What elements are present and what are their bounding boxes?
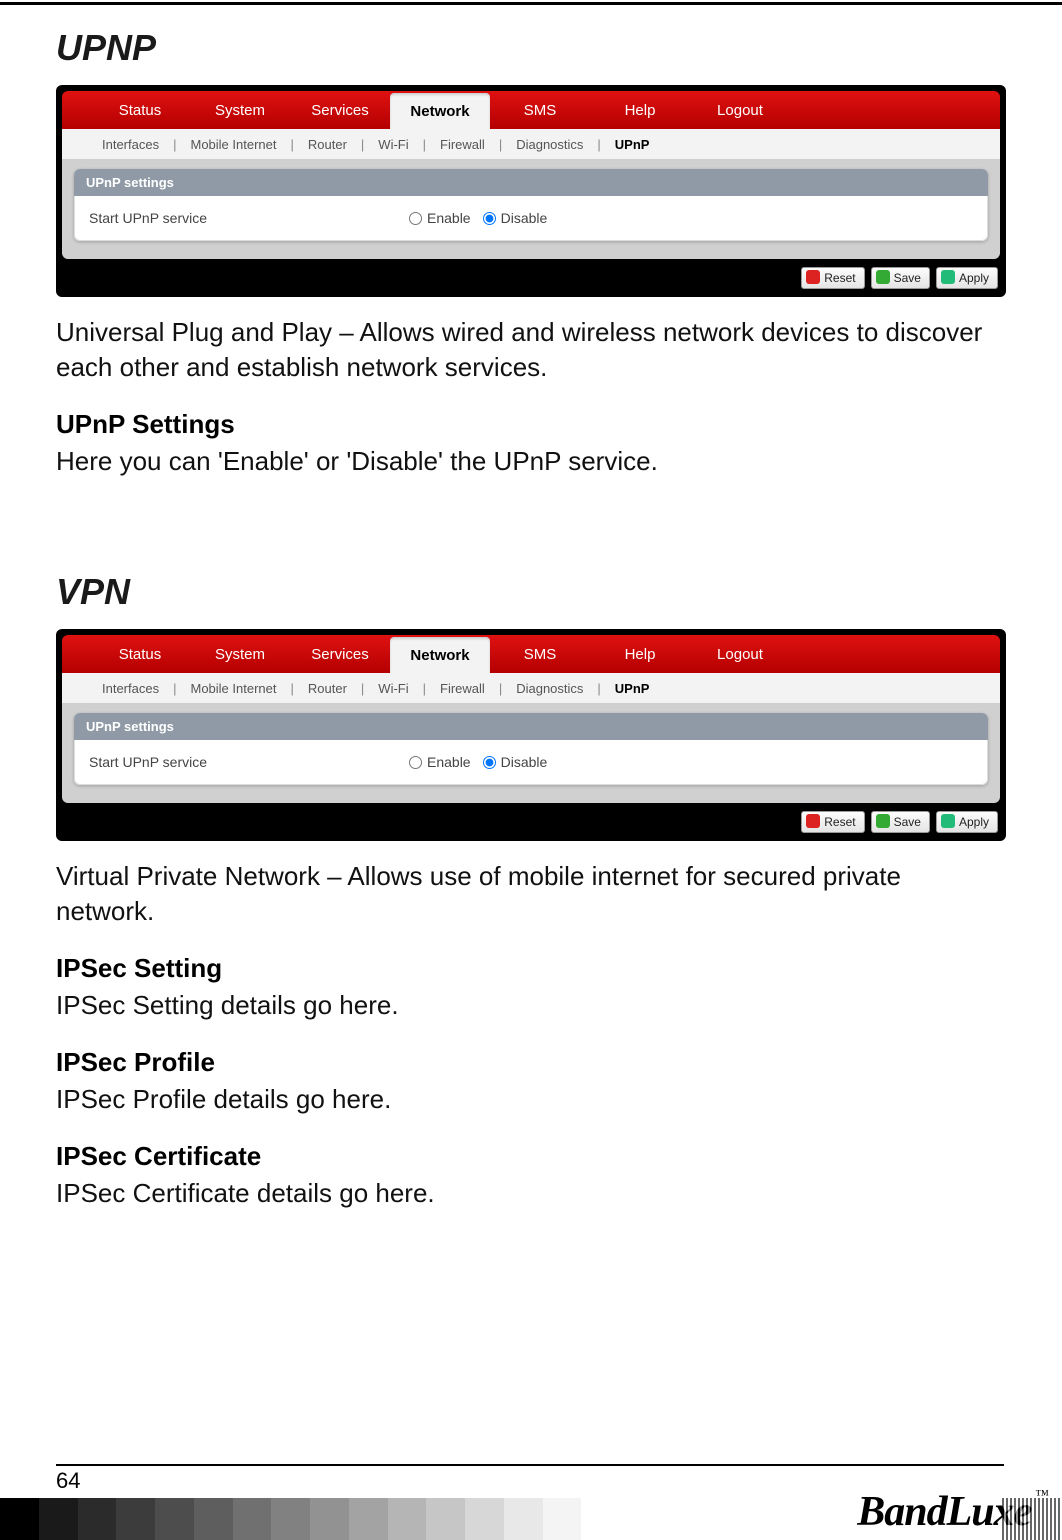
reset-button[interactable]: Reset	[801, 811, 864, 833]
router-screenshot-upnp: Status System Services Network SMS Help …	[56, 85, 1006, 297]
subnav-firewall[interactable]: Firewall	[428, 137, 497, 152]
radio-enable-label: Enable	[427, 210, 471, 226]
radio-enable-wrap[interactable]: Enable	[409, 754, 471, 770]
nav-help[interactable]: Help	[590, 635, 690, 673]
nav-separator: |	[497, 137, 504, 152]
page-footer: 64 BandLuxe™	[0, 1470, 1062, 1540]
vpn-description: Virtual Private Network – Allows use of …	[56, 859, 1006, 929]
nav-logout[interactable]: Logout	[690, 91, 790, 129]
radio-disable-wrap[interactable]: Disable	[483, 210, 548, 226]
ipsec-profile-text: IPSec Profile details go here.	[56, 1084, 1006, 1115]
subnav-upnp[interactable]: UPnP	[603, 681, 662, 696]
radio-disable-label: Disable	[501, 754, 548, 770]
action-bar: Reset Save Apply	[62, 267, 1000, 289]
main-nav: Status System Services Network SMS Help …	[62, 91, 1000, 129]
nav-status[interactable]: Status	[90, 91, 190, 129]
document-page: UPNP Status System Services Network SMS …	[0, 2, 1062, 1209]
subnav-firewall[interactable]: Firewall	[428, 681, 497, 696]
section-title-vpn: VPN	[56, 571, 1006, 613]
subnav-wifi[interactable]: Wi-Fi	[366, 137, 420, 152]
nav-separator: |	[359, 137, 366, 152]
card-header: UPnP settings	[74, 169, 988, 196]
nav-system[interactable]: System	[190, 635, 290, 673]
nav-separator: |	[421, 137, 428, 152]
radio-disable-wrap[interactable]: Disable	[483, 754, 548, 770]
nav-network[interactable]: Network	[390, 93, 490, 129]
nav-separator: |	[359, 681, 366, 696]
nav-sms[interactable]: SMS	[490, 635, 590, 673]
radio-disable[interactable]	[483, 212, 496, 225]
stripe-decoration	[1002, 1498, 1062, 1540]
nav-separator: |	[421, 681, 428, 696]
sub-nav: Interfaces| Mobile Internet| Router| Wi-…	[62, 129, 1000, 159]
save-button[interactable]: Save	[871, 267, 930, 289]
radio-disable-label: Disable	[501, 210, 548, 226]
nav-services[interactable]: Services	[290, 635, 390, 673]
gradient-bar	[0, 1498, 620, 1540]
main-nav: Status System Services Network SMS Help …	[62, 635, 1000, 673]
field-label: Start UPnP service	[89, 210, 409, 226]
radio-enable[interactable]	[409, 212, 422, 225]
ipsec-profile-heading: IPSec Profile	[56, 1047, 1006, 1078]
nav-network[interactable]: Network	[390, 637, 490, 673]
card-header: UPnP settings	[74, 713, 988, 740]
subnav-router[interactable]: Router	[296, 681, 359, 696]
ipsec-certificate-text: IPSec Certificate details go here.	[56, 1178, 1006, 1209]
nav-help[interactable]: Help	[590, 91, 690, 129]
subnav-interfaces[interactable]: Interfaces	[90, 681, 171, 696]
subnav-upnp[interactable]: UPnP	[603, 137, 662, 152]
action-bar: Reset Save Apply	[62, 811, 1000, 833]
ipsec-setting-heading: IPSec Setting	[56, 953, 1006, 984]
radio-enable-wrap[interactable]: Enable	[409, 210, 471, 226]
radio-enable[interactable]	[409, 756, 422, 769]
nav-separator: |	[288, 681, 295, 696]
nav-sms[interactable]: SMS	[490, 91, 590, 129]
nav-services[interactable]: Services	[290, 91, 390, 129]
nav-status[interactable]: Status	[90, 635, 190, 673]
save-button[interactable]: Save	[871, 811, 930, 833]
upnp-settings-card: UPnP settings Start UPnP service Enable …	[74, 169, 988, 241]
spacer	[56, 503, 1006, 549]
subnav-router[interactable]: Router	[296, 137, 359, 152]
nav-separator: |	[595, 681, 602, 696]
router-screenshot-vpn: Status System Services Network SMS Help …	[56, 629, 1006, 841]
ipsec-certificate-heading: IPSec Certificate	[56, 1141, 1006, 1172]
ipsec-setting-text: IPSec Setting details go here.	[56, 990, 1006, 1021]
nav-separator: |	[595, 137, 602, 152]
nav-logout[interactable]: Logout	[690, 635, 790, 673]
panel-body: UPnP settings Start UPnP service Enable …	[62, 703, 1000, 803]
nav-separator: |	[288, 137, 295, 152]
subnav-diagnostics[interactable]: Diagnostics	[504, 681, 595, 696]
upnp-settings-text: Here you can 'Enable' or 'Disable' the U…	[56, 446, 1006, 477]
radio-disable[interactable]	[483, 756, 496, 769]
subnav-diagnostics[interactable]: Diagnostics	[504, 137, 595, 152]
subnav-mobile-internet[interactable]: Mobile Internet	[178, 681, 288, 696]
card-body: Start UPnP service Enable Disable	[74, 196, 988, 241]
nav-system[interactable]: System	[190, 91, 290, 129]
radio-enable-label: Enable	[427, 754, 471, 770]
subnav-mobile-internet[interactable]: Mobile Internet	[178, 137, 288, 152]
nav-separator: |	[171, 137, 178, 152]
apply-button[interactable]: Apply	[936, 811, 998, 833]
card-body: Start UPnP service Enable Disable	[74, 740, 988, 785]
sub-nav: Interfaces| Mobile Internet| Router| Wi-…	[62, 673, 1000, 703]
nav-separator: |	[171, 681, 178, 696]
section-title-upnp: UPNP	[56, 27, 1006, 69]
panel-body: UPnP settings Start UPnP service Enable …	[62, 159, 1000, 259]
field-label: Start UPnP service	[89, 754, 409, 770]
upnp-settings-heading: UPnP Settings	[56, 409, 1006, 440]
upnp-description: Universal Plug and Play – Allows wired a…	[56, 315, 1006, 385]
subnav-interfaces[interactable]: Interfaces	[90, 137, 171, 152]
reset-button[interactable]: Reset	[801, 267, 864, 289]
nav-separator: |	[497, 681, 504, 696]
subnav-wifi[interactable]: Wi-Fi	[366, 681, 420, 696]
upnp-settings-card: UPnP settings Start UPnP service Enable …	[74, 713, 988, 785]
apply-button[interactable]: Apply	[936, 267, 998, 289]
